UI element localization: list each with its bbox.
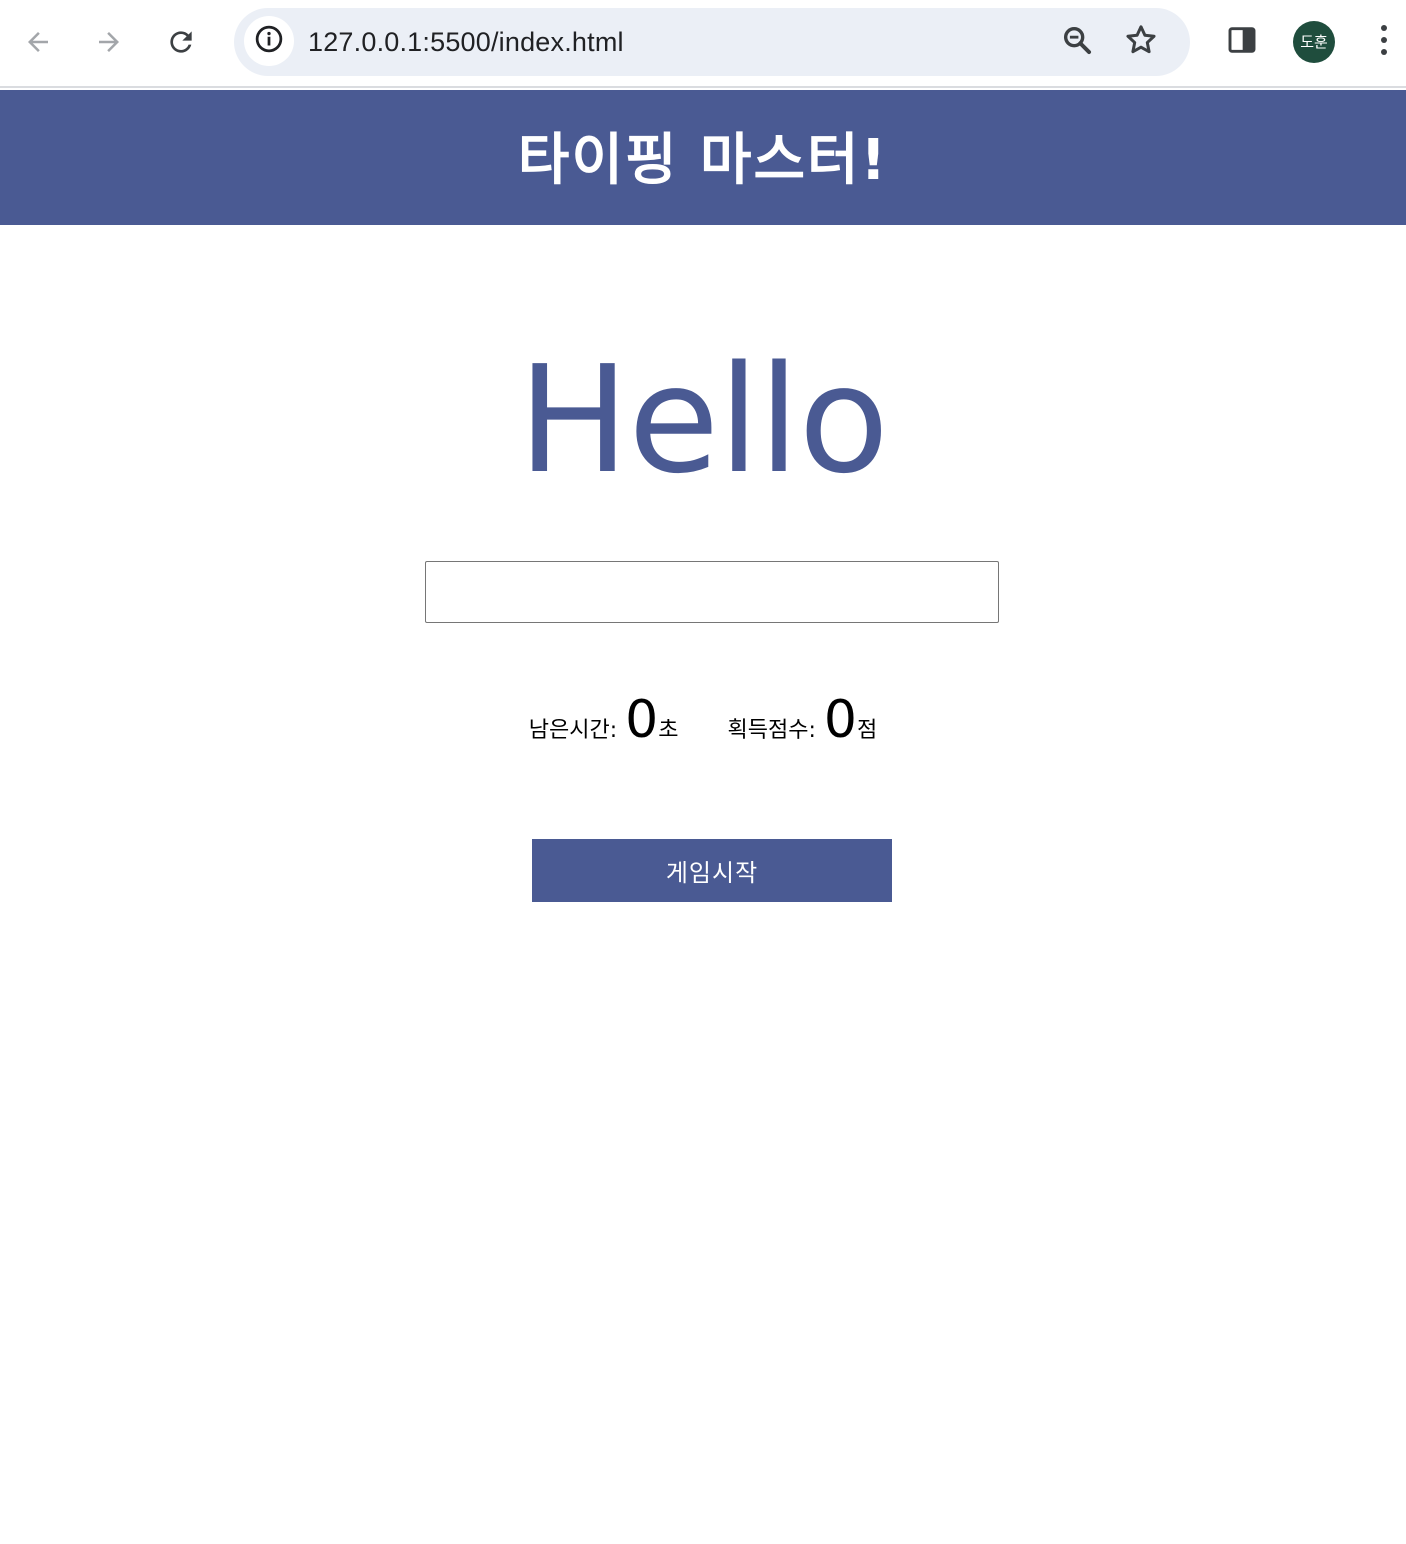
arrow-left-icon (23, 27, 53, 57)
reload-button[interactable] (151, 12, 211, 72)
arrow-right-icon (94, 27, 124, 57)
score-stat: 획득점수: 0점 (728, 690, 878, 750)
reload-icon (165, 26, 197, 58)
forward-button[interactable] (79, 12, 139, 72)
site-info-button[interactable] (244, 16, 294, 66)
time-label: 남은시간: (528, 718, 618, 743)
info-circle-icon (254, 24, 284, 59)
page-title: 타이핑 마스터! (517, 128, 889, 193)
time-value: 0 (625, 690, 659, 750)
score-label: 획득점수: (727, 718, 816, 743)
url-text[interactable]: 127.0.0.1:5500/index.html (308, 8, 624, 76)
address-bar[interactable]: 127.0.0.1:5500/index.html (234, 8, 1190, 76)
bookmark-button[interactable] (1116, 17, 1166, 67)
target-word: Hello (517, 334, 889, 506)
start-game-button[interactable]: 게임시작 (532, 839, 892, 902)
word-input[interactable] (425, 561, 999, 623)
score-value: 0 (823, 690, 858, 750)
zoom-button[interactable] (1052, 17, 1102, 67)
side-panel-button[interactable] (1212, 12, 1272, 72)
page-header: 타이핑 마스터! (0, 90, 1406, 225)
score-unit: 점 (857, 718, 878, 743)
side-panel-icon (1226, 24, 1258, 61)
kebab-menu-icon (1378, 23, 1390, 62)
zoom-out-icon (1060, 23, 1094, 62)
browser-menu-button[interactable] (1362, 12, 1406, 72)
game-stats: 남은시간: 0초 획득점수: 0점 (0, 690, 1406, 750)
back-button[interactable] (8, 12, 68, 72)
profile-avatar[interactable]: 도훈 (1293, 21, 1335, 63)
browser-toolbar: 127.0.0.1:5500/index.html 도훈 (0, 0, 1406, 88)
star-outline-icon (1123, 22, 1159, 63)
time-stat: 남은시간: 0초 (529, 690, 679, 750)
time-unit: 초 (658, 718, 679, 743)
